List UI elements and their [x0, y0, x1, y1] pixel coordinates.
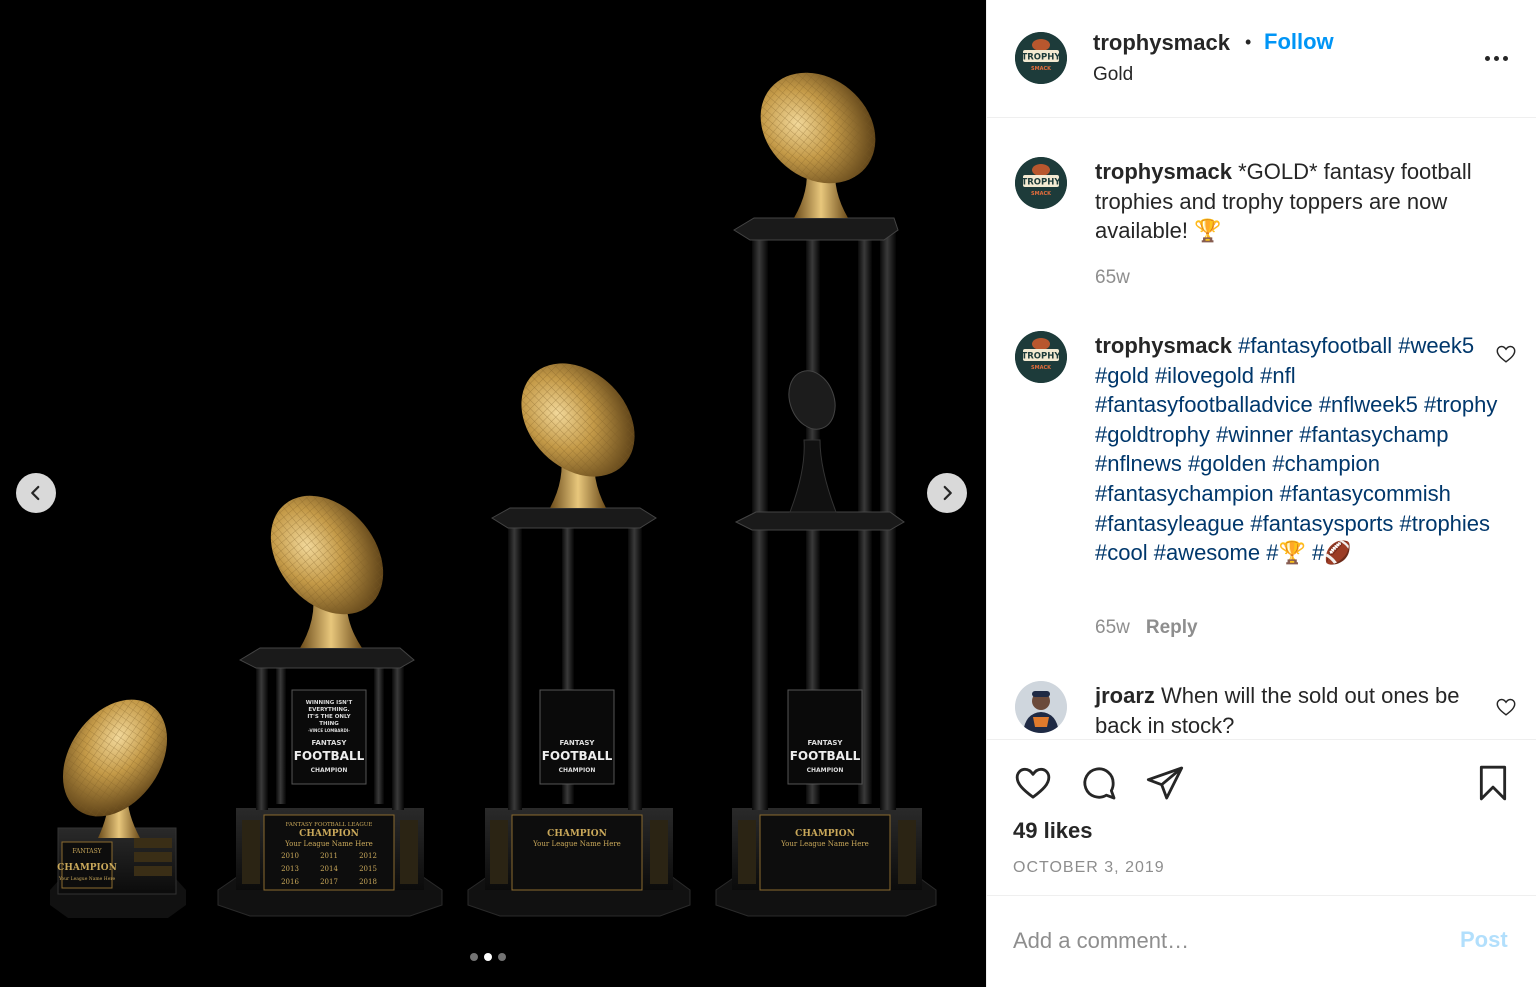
- svg-text:FOOTBALL: FOOTBALL: [542, 749, 613, 763]
- svg-text:TROPHY: TROPHY: [1021, 53, 1061, 63]
- svg-text:EVERYTHING.: EVERYTHING.: [308, 707, 349, 713]
- svg-text:CHAMPION: CHAMPION: [807, 767, 844, 774]
- svg-text:2010: 2010: [281, 852, 299, 860]
- svg-text:SMACK: SMACK: [1031, 191, 1052, 197]
- svg-text:2014: 2014: [320, 865, 338, 873]
- comment-age[interactable]: 65w: [1095, 617, 1130, 638]
- likes-count[interactable]: 49 likes: [1013, 818, 1093, 844]
- svg-text:FANTASY: FANTASY: [559, 739, 595, 747]
- base-champion-label-4: CHAMPION: [795, 829, 855, 839]
- comment-like-heart-icon[interactable]: [1495, 343, 1517, 365]
- comment-age[interactable]: 65w: [1095, 267, 1130, 288]
- base-name-label: Your League Name Here: [284, 840, 373, 848]
- svg-text:2015: 2015: [359, 865, 377, 873]
- carousel-indicator: [470, 953, 506, 961]
- carousel-dot: [498, 953, 506, 961]
- comment-username[interactable]: trophysmack: [1095, 159, 1232, 184]
- caption-text-block: trophysmack *GOLD* fantasy football trop…: [1095, 157, 1505, 246]
- svg-text:CHAMPION: CHAMPION: [559, 767, 596, 774]
- comment-meta: 65w Reply: [1095, 617, 1198, 639]
- hashtag-text[interactable]: #fantasyfootball #week5 #gold #ilovegold…: [1095, 333, 1497, 565]
- avatar[interactable]: [1015, 681, 1067, 733]
- comment-text-block: trophysmack #fantasyfootball #week5 #gol…: [1095, 331, 1505, 568]
- comment-input[interactable]: [1013, 925, 1433, 957]
- svg-text:2017: 2017: [320, 878, 338, 886]
- svg-text:2011: 2011: [320, 852, 338, 860]
- header-separator: •: [1245, 32, 1252, 52]
- comment-bubble-icon[interactable]: [1079, 763, 1119, 803]
- more-options-icon[interactable]: [1485, 50, 1511, 66]
- comment-username[interactable]: trophysmack: [1095, 333, 1232, 358]
- svg-text:FANTASY: FANTASY: [807, 739, 843, 747]
- chevron-left-icon: [31, 485, 40, 501]
- trophy-small: FANTASY CHAMPION Your League Name Here: [50, 699, 186, 918]
- trophy-xlarge: CHAMPION Your League Name Here FANTASY F…: [715, 72, 937, 917]
- svg-text:-VINCE LOMBARDI-: -VINCE LOMBARDI-: [308, 728, 350, 733]
- svg-text:2016: 2016: [281, 878, 299, 886]
- trophy-photo: FANTASY CHAMPION Your League Name Here F…: [50, 72, 937, 918]
- post-location[interactable]: Gold: [1093, 64, 1133, 86]
- comment-username[interactable]: jroarz: [1095, 683, 1155, 708]
- svg-text:FOOTBALL: FOOTBALL: [294, 749, 365, 763]
- header-username[interactable]: trophysmack: [1093, 30, 1230, 56]
- base-champion-label: CHAMPION: [299, 829, 359, 839]
- paper-plane-icon[interactable]: [1145, 763, 1185, 803]
- svg-text:2012: 2012: [359, 852, 377, 860]
- post-actions: 49 likes OCTOBER 3, 2019: [987, 739, 1536, 896]
- avatar[interactable]: TROPHY SMACK: [1015, 32, 1067, 84]
- comment-like-heart-icon[interactable]: [1495, 696, 1517, 718]
- comments-list: TROPHY SMACK trophysmack *GOLD* fantasy …: [987, 119, 1536, 739]
- carousel-dot-active: [484, 953, 492, 961]
- post-date: OCTOBER 3, 2019: [1013, 859, 1165, 876]
- svg-text:WINNING ISN'T: WINNING ISN'T: [306, 700, 353, 706]
- avatar[interactable]: TROPHY SMACK: [1015, 331, 1067, 383]
- svg-text:IT'S THE ONLY: IT'S THE ONLY: [307, 714, 351, 720]
- small-plaque-champion: CHAMPION: [57, 863, 117, 873]
- trophy-large: CHAMPION Your League Name Here FANTASY F…: [467, 363, 691, 917]
- svg-text:CHAMPION: CHAMPION: [311, 767, 348, 774]
- chevron-right-icon: [943, 485, 952, 501]
- small-plaque-name: Your League Name Here: [58, 876, 116, 882]
- svg-text:2013: 2013: [281, 865, 299, 873]
- base-league-label: FANTASY FOOTBALL LEAGUE: [286, 822, 373, 828]
- post-header: TROPHY SMACK trophysmack • Follow Gold: [987, 0, 1536, 118]
- base-name-label-3: Your League Name Here: [532, 840, 621, 848]
- avatar[interactable]: TROPHY SMACK: [1015, 157, 1067, 209]
- svg-text:2018: 2018: [359, 878, 377, 886]
- small-plaque-fantasy: FANTASY: [72, 848, 102, 855]
- carousel-prev-button[interactable]: [16, 473, 56, 513]
- base-champion-label-3: CHAMPION: [547, 829, 607, 839]
- carousel-dot: [470, 953, 478, 961]
- svg-text:SMACK: SMACK: [1031, 66, 1052, 72]
- bookmark-icon[interactable]: [1473, 763, 1513, 803]
- post-comment-button[interactable]: Post: [1460, 927, 1508, 953]
- post-media: FANTASY CHAMPION Your League Name Here F…: [0, 0, 986, 987]
- base-name-label-4: Your League Name Here: [780, 840, 869, 848]
- svg-text:TROPHY: TROPHY: [1021, 352, 1061, 362]
- comment-text-block: jroarz When will the sold out ones be ba…: [1095, 681, 1505, 739]
- svg-text:SMACK: SMACK: [1031, 365, 1052, 371]
- add-comment-bar: Post: [987, 897, 1536, 987]
- comment-meta: 65w: [1095, 267, 1130, 289]
- heart-icon[interactable]: [1013, 763, 1053, 803]
- carousel-next-button[interactable]: [927, 473, 967, 513]
- svg-text:TROPHY: TROPHY: [1021, 178, 1061, 188]
- reply-button[interactable]: Reply: [1146, 617, 1198, 638]
- svg-text:THING: THING: [319, 721, 339, 727]
- svg-text:FOOTBALL: FOOTBALL: [790, 749, 861, 763]
- post-side-panel: TROPHY SMACK trophysmack • Follow Gold T…: [986, 0, 1536, 987]
- follow-button[interactable]: Follow: [1264, 29, 1334, 55]
- trophy-medium: FANTASY FOOTBALL LEAGUE CHAMPION Your Le…: [217, 495, 443, 917]
- svg-text:FANTASY: FANTASY: [311, 739, 347, 747]
